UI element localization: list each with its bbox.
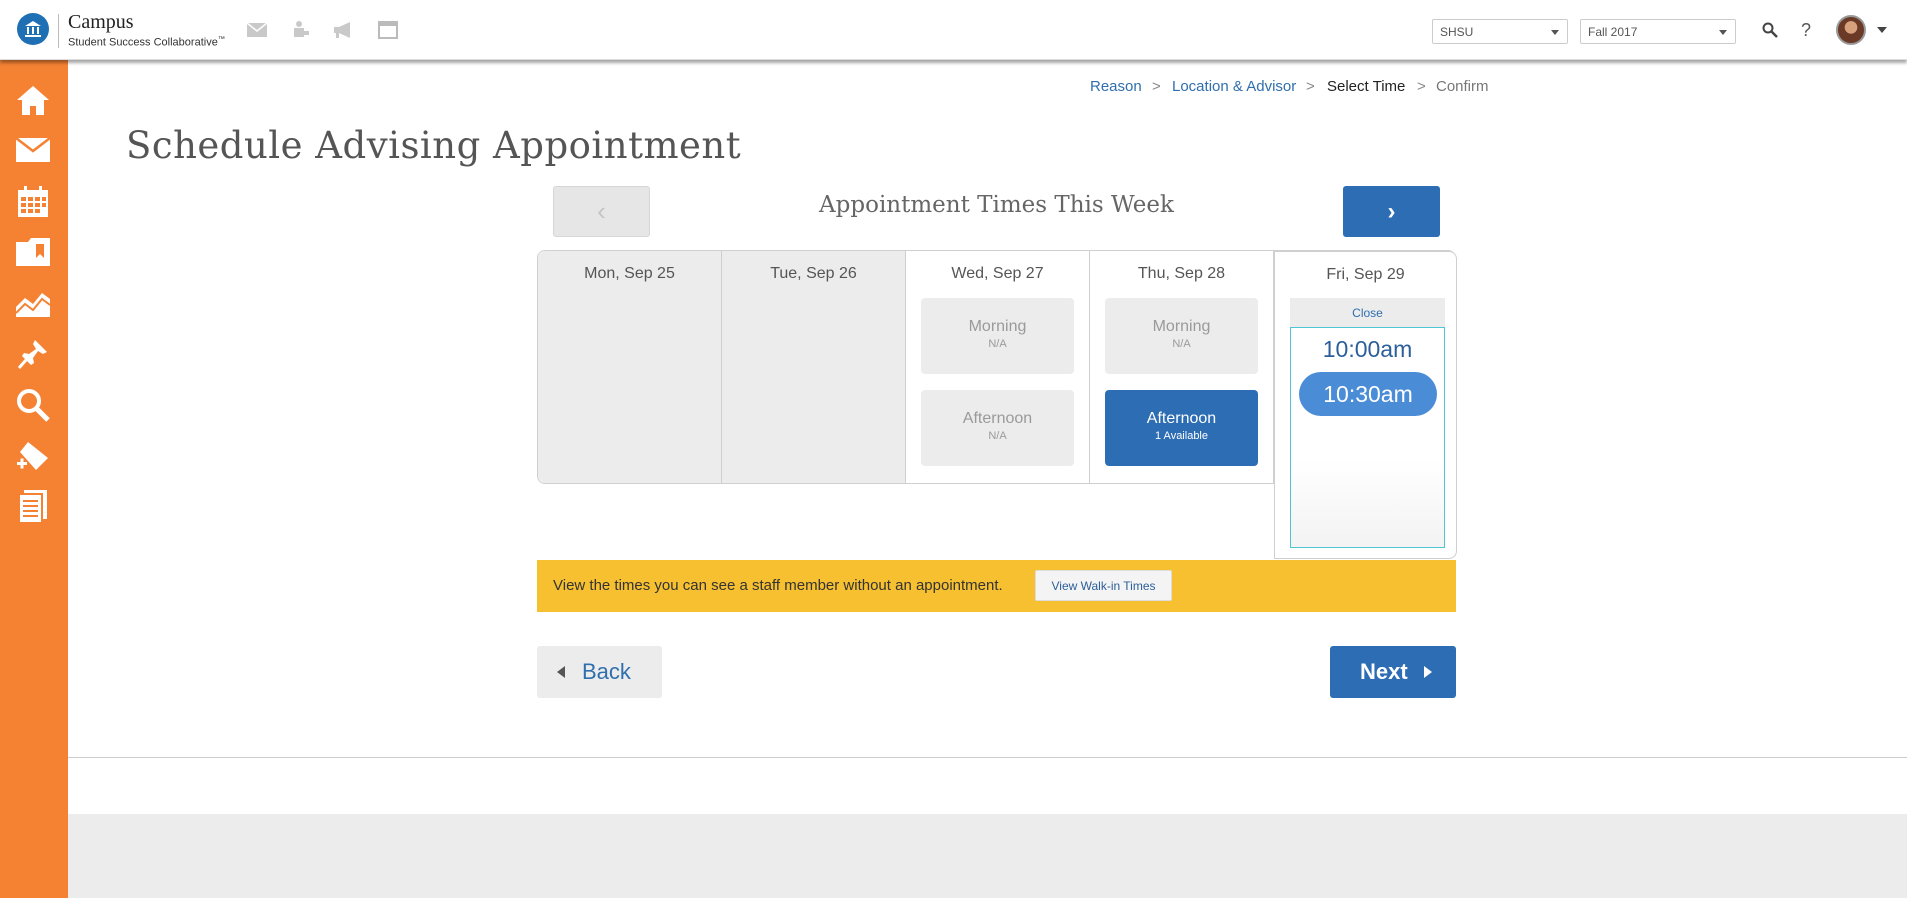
- chevron-down-icon: [1551, 30, 1559, 35]
- message-icon[interactable]: [245, 19, 269, 41]
- slot-status: N/A: [1172, 338, 1191, 350]
- sidebar: [0, 60, 68, 898]
- breadcrumb-confirm: Confirm: [1436, 78, 1489, 95]
- chevron-down-icon: [1719, 30, 1727, 35]
- day-column-mon: Mon, Sep 25: [538, 251, 722, 483]
- caret-right-icon: [1424, 666, 1432, 678]
- logo-divider: [58, 14, 59, 48]
- breadcrumb-select-time: Select Time: [1327, 78, 1406, 95]
- time-options-list: 10:00am 10:30am: [1290, 327, 1445, 548]
- back-button-label: Back: [582, 659, 631, 684]
- help-icon[interactable]: ?: [1795, 19, 1817, 41]
- breadcrumb-separator: >: [1152, 78, 1161, 95]
- afternoon-slot-available[interactable]: Afternoon 1 Available: [1105, 390, 1258, 466]
- institution-select-value: SHSU: [1440, 25, 1474, 39]
- time-option[interactable]: 10:00am: [1291, 336, 1444, 363]
- view-walk-in-times-button[interactable]: View Walk-in Times: [1035, 570, 1172, 601]
- next-week-button[interactable]: ›: [1343, 186, 1440, 237]
- caret-left-icon: [557, 666, 565, 678]
- next-button-label: Next: [1360, 659, 1408, 684]
- brand-subtitle-text: Student Success Collaborative: [68, 36, 218, 49]
- morning-slot-disabled: Morning N/A: [921, 298, 1074, 374]
- back-button[interactable]: Back: [537, 646, 662, 698]
- breadcrumb-location-advisor[interactable]: Location & Advisor: [1172, 78, 1296, 95]
- brand-title: Campus: [68, 11, 134, 33]
- day-header: Tue, Sep 26: [770, 265, 857, 282]
- term-select-value: Fall 2017: [1588, 25, 1638, 39]
- announcement-icon[interactable]: [331, 19, 355, 41]
- slot-label: Morning: [968, 318, 1027, 335]
- avatar[interactable]: [1836, 15, 1866, 45]
- breadcrumb-reason[interactable]: Reason: [1090, 78, 1142, 95]
- campus-logo-icon[interactable]: [17, 13, 49, 45]
- walk-in-banner: View the times you can see a staff membe…: [537, 560, 1456, 612]
- search-icon[interactable]: [1759, 19, 1781, 41]
- search-icon[interactable]: [14, 386, 52, 424]
- pin-icon[interactable]: [14, 335, 52, 373]
- next-button[interactable]: Next: [1330, 646, 1456, 698]
- slot-status: N/A: [988, 430, 1007, 442]
- day-header: Mon, Sep 25: [584, 265, 675, 282]
- trademark-symbol: ™: [217, 36, 225, 43]
- page-title: Schedule Advising Appointment: [126, 124, 742, 167]
- slot-label: Afternoon: [1146, 410, 1217, 427]
- close-times-button[interactable]: Close: [1290, 298, 1445, 327]
- slot-status: 1 Available: [1154, 430, 1208, 442]
- chevron-down-icon[interactable]: [1877, 27, 1887, 33]
- walk-in-text: View the times you can see a staff membe…: [553, 577, 1003, 594]
- folder-icon[interactable]: [14, 233, 52, 271]
- afternoon-slot-disabled: Afternoon N/A: [921, 390, 1074, 466]
- mail-icon[interactable]: [14, 131, 52, 169]
- day-header: Wed, Sep 27: [951, 265, 1044, 282]
- slot-status: N/A: [988, 338, 1007, 350]
- term-select[interactable]: Fall 2017: [1580, 19, 1736, 44]
- brand-subtitle: Student Success Collaborative™: [68, 36, 225, 49]
- day-column-thu: Thu, Sep 28 Morning N/A Afternoon 1 Avai…: [1090, 251, 1274, 483]
- day-column-fri: Fri, Sep 29 Close 10:00am 10:30am: [1274, 251, 1457, 559]
- home-icon[interactable]: [14, 81, 52, 119]
- appointment-campaign-icon[interactable]: [288, 19, 312, 41]
- window-icon[interactable]: [376, 19, 400, 41]
- top-bar: Campus Student Success Collaborative™ SH…: [0, 0, 1907, 60]
- add-tag-icon[interactable]: [14, 437, 52, 475]
- day-column-wed: Wed, Sep 27 Morning N/A Afternoon N/A: [906, 251, 1090, 483]
- slot-label: Afternoon: [962, 410, 1033, 427]
- time-option-selected[interactable]: 10:30am: [1299, 372, 1437, 416]
- day-header: Thu, Sep 28: [1137, 265, 1226, 282]
- day-header: Fri, Sep 29: [1326, 266, 1405, 283]
- previous-week-button[interactable]: ‹: [553, 186, 650, 237]
- morning-slot-disabled: Morning N/A: [1105, 298, 1258, 374]
- analytics-icon[interactable]: [14, 284, 52, 322]
- slot-label: Morning: [1152, 318, 1211, 335]
- notes-icon[interactable]: [14, 488, 52, 526]
- week-title: Appointment Times This Week: [819, 192, 1174, 218]
- calendar-icon[interactable]: [14, 183, 52, 221]
- content-divider: [68, 757, 1907, 758]
- institution-select[interactable]: SHSU: [1432, 19, 1568, 44]
- day-column-tue: Tue, Sep 26: [722, 251, 906, 483]
- breadcrumb-separator: >: [1417, 78, 1426, 95]
- breadcrumb-separator: >: [1306, 78, 1315, 95]
- footer: [68, 814, 1907, 898]
